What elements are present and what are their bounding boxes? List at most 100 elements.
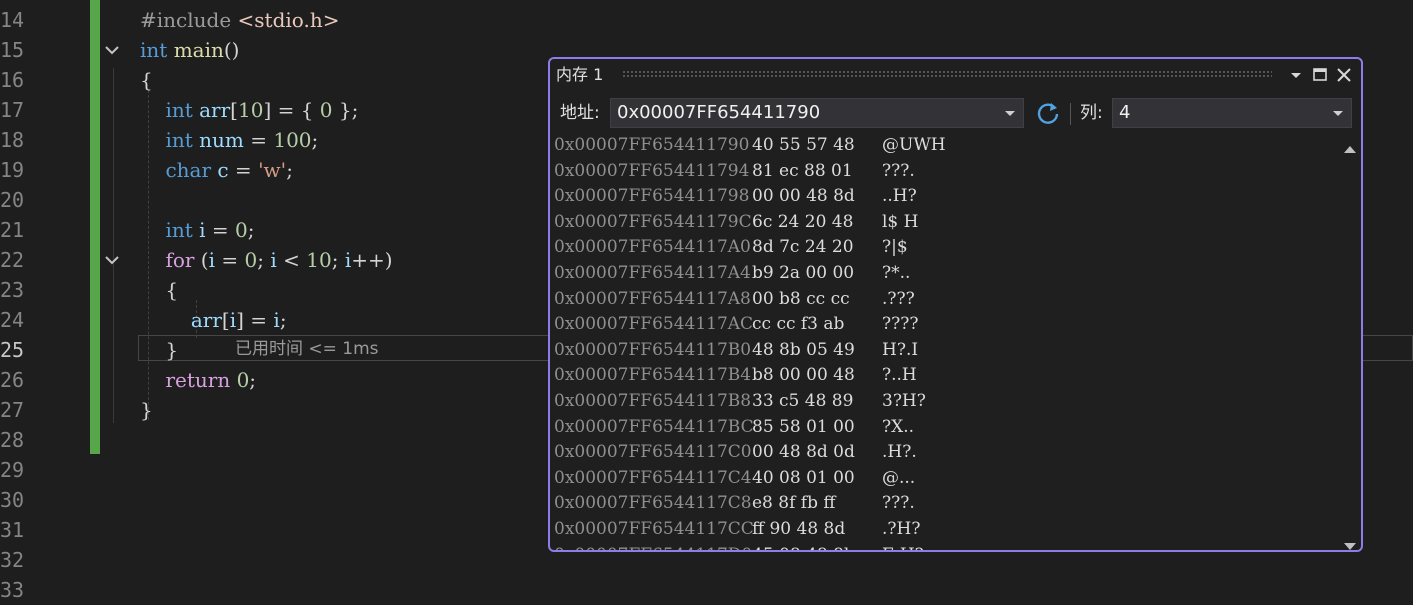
line-number: 28 xyxy=(0,428,25,452)
memory-row[interactable]: 0x00007FF654411794 81 ec 88 01???. xyxy=(550,159,1340,185)
address-combobox[interactable]: 0x00007FF654411790 xyxy=(610,98,1024,128)
code-token: 100 xyxy=(273,128,312,152)
code-token: 10 xyxy=(237,98,264,122)
dropdown-menu-icon[interactable] xyxy=(1286,65,1306,85)
code-token: { xyxy=(140,68,153,92)
code-text: for (i = 0; i < 10; i++) xyxy=(140,245,393,275)
line-number: 15 xyxy=(0,38,25,62)
memory-row[interactable]: 0x00007FF6544117D045 08 48 8b E.H? xyxy=(550,543,1340,550)
fold-chevron-icon[interactable] xyxy=(103,251,123,269)
memory-chars: ???. xyxy=(882,160,915,181)
memory-chars: @... xyxy=(882,467,916,488)
code-line[interactable]: 33 xyxy=(0,575,1413,605)
vertical-scrollbar[interactable] xyxy=(1341,133,1359,550)
line-number: 23 xyxy=(0,278,25,302)
code-line[interactable]: 14 #include <stdio.h> xyxy=(0,5,1413,35)
code-token: } xyxy=(140,398,153,422)
code-text: char c = 'w'; xyxy=(140,155,293,185)
line-number: 27 xyxy=(0,398,25,422)
scroll-up-icon[interactable] xyxy=(1344,139,1356,153)
drag-grip[interactable] xyxy=(622,70,1272,79)
memory-row[interactable]: 0x00007FF6544117A0 8d 7c 24 20 ?|$ xyxy=(550,235,1340,261)
memory-window-titlebar[interactable]: 内存 1 xyxy=(550,59,1361,91)
memory-row[interactable]: 0x00007FF6544117B4 b8 00 00 48 ?..H xyxy=(550,363,1340,389)
memory-row[interactable]: 0x00007FF6544117B8 33 c5 48 89 3?H? xyxy=(550,389,1340,415)
code-token: return xyxy=(165,368,231,392)
line-number: 14 xyxy=(0,8,25,32)
memory-address: 0x00007FF6544117AC xyxy=(554,314,754,335)
code-token: () xyxy=(223,38,240,62)
maximize-icon[interactable] xyxy=(1310,65,1330,85)
code-token: } xyxy=(140,338,179,362)
columns-label: 列: xyxy=(1080,103,1103,123)
memory-row[interactable]: 0x00007FF6544117C4 40 08 01 00 @... xyxy=(550,466,1340,492)
memory-bytes: 00 b8 cc cc xyxy=(752,288,850,309)
code-token: int xyxy=(165,128,193,152)
code-token: < xyxy=(276,248,307,272)
memory-grid[interactable]: 0x00007FF654411790 40 55 57 48 @UWH 0x00007… xyxy=(550,133,1340,550)
memory-address: 0x00007FF65441179C xyxy=(554,211,752,232)
memory-row[interactable]: 0x00007FF6544117C8 e8 8f fb ff???. xyxy=(550,491,1340,517)
line-number: 33 xyxy=(0,578,25,602)
code-text: } xyxy=(140,335,178,365)
memory-chars: .?H? xyxy=(882,519,921,539)
memory-row[interactable]: 0x00007FF6544117AC cc cc f3 ab???? xyxy=(550,312,1340,338)
line-number: 19 xyxy=(0,158,25,182)
code-token: = xyxy=(205,218,236,242)
line-number: 30 xyxy=(0,488,25,512)
memory-row[interactable]: 0x00007FF6544117C0 00 48 8d 0d .H?. xyxy=(550,440,1340,466)
code-token: 0 xyxy=(235,218,248,242)
memory-row[interactable]: 0x00007FF654411798 00 00 48 8d ..H? xyxy=(550,184,1340,210)
memory-bytes: 40 55 57 48 xyxy=(752,135,855,155)
code-token: ; xyxy=(247,218,255,242)
memory-bytes: cc cc f3 ab xyxy=(752,314,845,335)
code-text: { xyxy=(140,65,153,95)
code-token: main xyxy=(173,38,224,62)
columns-value: 4 xyxy=(1119,102,1131,123)
code-token: ++) xyxy=(351,248,393,272)
perf-tip[interactable]: 已用时间 <= 1ms xyxy=(235,337,379,361)
line-number: 17 xyxy=(0,98,25,122)
memory-address: 0x00007FF6544117A8 xyxy=(554,288,751,309)
code-token: ; xyxy=(279,308,287,332)
memory-row[interactable]: 0x00007FF654411790 40 55 57 48 @UWH xyxy=(550,133,1340,159)
memory-address: 0x00007FF6544117C0 xyxy=(554,442,752,463)
code-token: num xyxy=(199,128,244,152)
memory-chars: ?|$ xyxy=(882,237,914,258)
code-text: arr[i] = i; xyxy=(140,305,287,335)
scroll-down-icon[interactable] xyxy=(1344,537,1356,550)
memory-bytes: 45 08 48 8b xyxy=(752,543,855,550)
memory-bytes: b9 2a 00 00 xyxy=(752,263,855,283)
toolbar-separator xyxy=(1070,103,1071,125)
code-token: ; xyxy=(257,248,271,272)
line-number: 24 xyxy=(0,308,25,332)
memory-row[interactable]: 0x00007FF6544117A8 00 b8 cc cc.??? xyxy=(550,287,1340,313)
chevron-down-icon[interactable] xyxy=(1332,99,1344,127)
reevaluate-icon[interactable] xyxy=(1034,100,1062,128)
code-token: = xyxy=(228,158,259,182)
code-token: }; xyxy=(332,98,359,122)
code-token: ; xyxy=(331,248,345,272)
memory-row[interactable]: 0x00007FF6544117CC ff 90 48 8d .?H? xyxy=(550,517,1340,543)
memory-bytes: 33 c5 48 89 xyxy=(752,391,854,411)
memory-row[interactable]: 0x00007FF6544117BC 85 58 01 00 ?X.. xyxy=(550,415,1340,441)
code-token: ; xyxy=(286,158,293,182)
memory-row[interactable]: 0x00007FF6544117B0 48 8b 05 49 H?.I xyxy=(550,338,1340,364)
line-number: 18 xyxy=(0,128,25,152)
chevron-down-icon[interactable] xyxy=(1004,99,1016,127)
memory-row[interactable]: 0x00007FF6544117A4 b9 2a 00 00 ?*.. xyxy=(550,261,1340,287)
memory-chars: ???? xyxy=(882,314,919,335)
memory-chars: H?.I xyxy=(882,339,919,360)
memory-chars: 3?H? xyxy=(882,391,926,411)
code-token: 0 xyxy=(319,98,333,122)
memory-window[interactable]: 内存 1 地址: 0x00007FF654411790 列: 4 0x00007… xyxy=(548,57,1363,552)
close-icon[interactable] xyxy=(1334,65,1354,85)
memory-row[interactable]: 0x00007FF65441179C 6c 24 20 48 l$ H xyxy=(550,210,1340,236)
fold-chevron-icon[interactable] xyxy=(103,41,123,59)
columns-combobox[interactable]: 4 xyxy=(1112,98,1352,128)
code-text: int arr[10] = { 0 }; xyxy=(140,95,358,125)
code-token: ; xyxy=(249,368,257,392)
